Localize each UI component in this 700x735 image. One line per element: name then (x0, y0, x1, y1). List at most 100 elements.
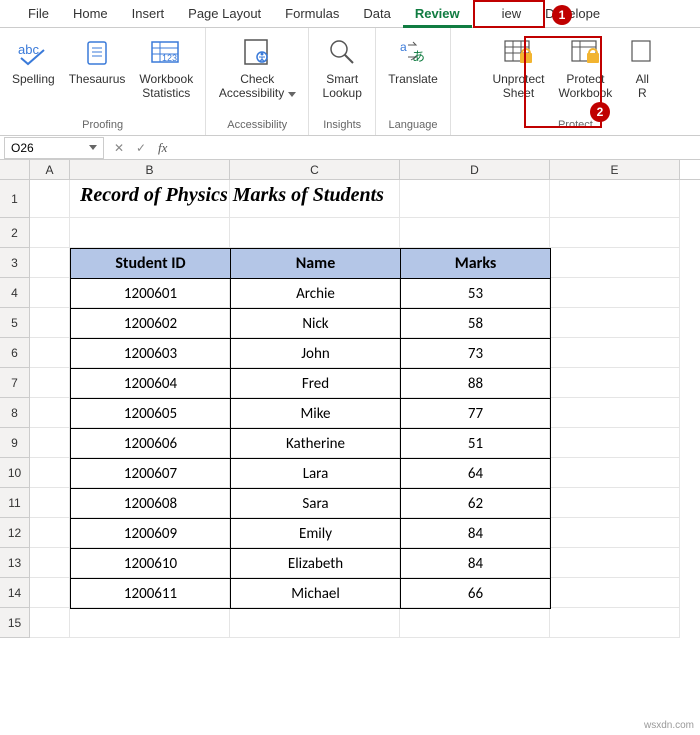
table-cell[interactable]: Emily (231, 519, 401, 549)
table-cell[interactable]: 84 (401, 519, 551, 549)
table-cell[interactable]: 73 (401, 339, 551, 369)
tab-formulas[interactable]: Formulas (273, 0, 351, 28)
table-cell[interactable]: Elizabeth (231, 549, 401, 579)
cell[interactable] (30, 180, 70, 218)
cell[interactable] (70, 218, 230, 248)
cell[interactable] (550, 398, 680, 428)
table-cell[interactable]: Fred (231, 369, 401, 399)
table-cell[interactable]: Mike (231, 399, 401, 429)
table-cell[interactable]: Nick (231, 309, 401, 339)
table-cell[interactable]: Lara (231, 459, 401, 489)
cell[interactable] (70, 608, 230, 638)
cell[interactable] (550, 248, 680, 278)
col-head-d[interactable]: D (400, 160, 550, 179)
row-head[interactable]: 4 (0, 278, 30, 308)
table-cell[interactable]: 53 (401, 279, 551, 309)
workbook-statistics-button[interactable]: 123 Workbook Statistics (133, 32, 199, 108)
cell[interactable] (550, 278, 680, 308)
col-head-b[interactable]: B (70, 160, 230, 179)
select-all-corner[interactable] (0, 160, 30, 179)
col-head-c[interactable]: C (230, 160, 400, 179)
cell[interactable] (30, 398, 70, 428)
header-student-id[interactable]: Student ID (71, 249, 231, 279)
check-accessibility-button[interactable]: Check Accessibility (212, 32, 302, 108)
cell[interactable] (550, 368, 680, 398)
tab-page-layout[interactable]: Page Layout (176, 0, 273, 28)
cell[interactable] (550, 458, 680, 488)
row-head[interactable]: 6 (0, 338, 30, 368)
table-cell[interactable]: 1200603 (71, 339, 231, 369)
cell[interactable] (30, 338, 70, 368)
cell[interactable] (30, 518, 70, 548)
row-head[interactable]: 7 (0, 368, 30, 398)
name-box[interactable]: O26 (4, 137, 104, 159)
tab-insert[interactable]: Insert (120, 0, 177, 28)
confirm-formula-button[interactable]: ✓ (130, 141, 152, 155)
cell[interactable] (550, 488, 680, 518)
row-head[interactable]: 1 (0, 180, 30, 218)
cell[interactable] (30, 548, 70, 578)
table-cell[interactable]: 66 (401, 579, 551, 609)
cell[interactable] (30, 248, 70, 278)
row-head[interactable]: 10 (0, 458, 30, 488)
cell[interactable] (550, 518, 680, 548)
row-head[interactable]: 12 (0, 518, 30, 548)
col-head-e[interactable]: E (550, 160, 680, 179)
table-cell[interactable]: 1200610 (71, 549, 231, 579)
table-cell[interactable]: 64 (401, 459, 551, 489)
table-cell[interactable]: 62 (401, 489, 551, 519)
header-marks[interactable]: Marks (401, 249, 551, 279)
row-head[interactable]: 5 (0, 308, 30, 338)
table-cell[interactable]: 1200609 (71, 519, 231, 549)
row-head[interactable]: 14 (0, 578, 30, 608)
cell[interactable] (30, 218, 70, 248)
cell[interactable] (400, 218, 550, 248)
cell[interactable] (550, 308, 680, 338)
table-cell[interactable]: Michael (231, 579, 401, 609)
row-head[interactable]: 15 (0, 608, 30, 638)
cancel-formula-button[interactable]: ✕ (108, 141, 130, 155)
tab-home[interactable]: Home (61, 0, 120, 28)
cells-area[interactable]: Record of Physics Marks of Students Stud… (30, 180, 700, 638)
table-cell[interactable]: 1200605 (71, 399, 231, 429)
table-cell[interactable]: John (231, 339, 401, 369)
cell[interactable] (30, 278, 70, 308)
cell[interactable] (30, 428, 70, 458)
table-cell[interactable]: 1200602 (71, 309, 231, 339)
fx-icon[interactable]: fx (152, 140, 173, 156)
cell[interactable] (550, 218, 680, 248)
table-cell[interactable]: 1200601 (71, 279, 231, 309)
smart-lookup-button[interactable]: Smart Lookup (315, 32, 369, 108)
tab-review[interactable]: Review (403, 0, 472, 28)
cell[interactable] (30, 578, 70, 608)
cell[interactable] (400, 180, 550, 218)
header-name[interactable]: Name (231, 249, 401, 279)
table-cell[interactable]: 77 (401, 399, 551, 429)
cell[interactable] (30, 608, 70, 638)
row-head[interactable]: 11 (0, 488, 30, 518)
table-cell[interactable]: Archie (231, 279, 401, 309)
col-head-a[interactable]: A (30, 160, 70, 179)
cell[interactable] (550, 608, 680, 638)
cell[interactable] (30, 458, 70, 488)
table-cell[interactable]: 84 (401, 549, 551, 579)
row-head[interactable]: 2 (0, 218, 30, 248)
table-cell[interactable]: 1200608 (71, 489, 231, 519)
cell[interactable] (30, 368, 70, 398)
row-head[interactable]: 13 (0, 548, 30, 578)
cell[interactable] (550, 338, 680, 368)
cell[interactable] (30, 308, 70, 338)
table-cell[interactable]: Katherine (231, 429, 401, 459)
cell[interactable] (400, 608, 550, 638)
table-cell[interactable]: 1200604 (71, 369, 231, 399)
thesaurus-button[interactable]: Thesaurus (63, 32, 132, 108)
row-head[interactable]: 8 (0, 398, 30, 428)
allow-edit-ranges-button[interactable]: All R (620, 32, 664, 108)
formula-input[interactable] (173, 137, 700, 159)
table-cell[interactable]: 88 (401, 369, 551, 399)
chevron-down-icon[interactable] (89, 145, 97, 150)
table-cell[interactable]: 1200606 (71, 429, 231, 459)
spelling-button[interactable]: abc Spelling (6, 32, 61, 108)
cell[interactable] (30, 488, 70, 518)
row-head[interactable]: 9 (0, 428, 30, 458)
